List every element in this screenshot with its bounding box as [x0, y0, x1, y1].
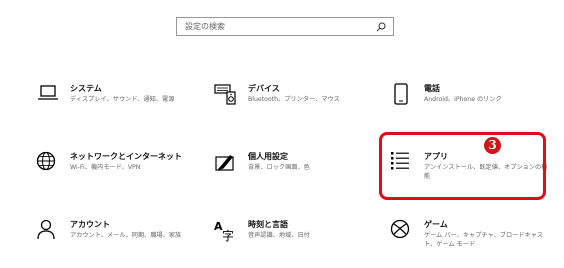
tile-network[interactable]: ネットワークとインターネット Wi-Fi、機内モード、VPN: [36, 151, 196, 191]
tile-title: システム: [70, 84, 102, 93]
globe-icon: [36, 151, 56, 171]
tile-desc: アカウント、メール、同期、職場、家族: [70, 232, 182, 239]
search-input[interactable]: 設定の検索: [176, 17, 394, 36]
tile-phone[interactable]: 電話 Android、iPhone のリンク: [390, 83, 550, 123]
search-icon[interactable]: [376, 22, 386, 32]
tile-title: デバイス: [248, 84, 280, 93]
tile-title: 個人用設定: [248, 152, 288, 161]
keyboard-speaker-icon: [214, 84, 236, 105]
step-badge: 3: [484, 137, 501, 154]
tile-desc: ディスプレイ、サウンド、通知、電源: [70, 96, 175, 103]
tile-accounts[interactable]: アカウント アカウント、メール、同期、職場、家族: [36, 219, 196, 259]
laptop-icon: [38, 85, 58, 100]
tile-desc: Android、iPhone のリンク: [424, 96, 502, 103]
tile-personalization[interactable]: 個人用設定 背景、ロック画面、色: [214, 151, 374, 191]
tile-desc: 背景、ロック画面、色: [248, 164, 310, 171]
tile-title: 時刻と言語: [248, 220, 288, 229]
tile-desc: 音声認識、地域、日付: [248, 232, 310, 239]
tile-time-language[interactable]: A 字 時刻と言語 音声認識、地域、日付: [214, 219, 374, 259]
svg-text:字: 字: [222, 228, 234, 243]
tile-title: ネットワークとインターネット: [70, 152, 182, 161]
paint-brush-icon: [215, 155, 234, 171]
xbox-icon: [390, 219, 410, 239]
tile-desc: Wi-Fi、機内モード、VPN: [70, 164, 141, 171]
tile-desc: ゲーム バー、キャプチャ、ブロードキャスト、ゲーム モード: [424, 232, 544, 248]
tile-desc: Bluetooth、プリンター、マウス: [248, 96, 340, 103]
tile-title: 電話: [424, 84, 440, 93]
person-icon: [37, 219, 55, 240]
tile-devices[interactable]: デバイス Bluetooth、プリンター、マウス: [214, 83, 374, 123]
tile-gaming[interactable]: ゲーム ゲーム バー、キャプチャ、ブロードキャスト、ゲーム モード: [390, 219, 550, 259]
search-placeholder: 設定の検索: [185, 22, 225, 31]
tile-title: ゲーム: [424, 220, 448, 229]
language-time-icon: A 字: [214, 220, 234, 243]
tile-title: アカウント: [70, 220, 110, 229]
tile-system[interactable]: システム ディスプレイ、サウンド、通知、電源: [36, 83, 196, 123]
apps-highlight-frame: [379, 132, 546, 200]
phone-icon: [394, 83, 408, 105]
